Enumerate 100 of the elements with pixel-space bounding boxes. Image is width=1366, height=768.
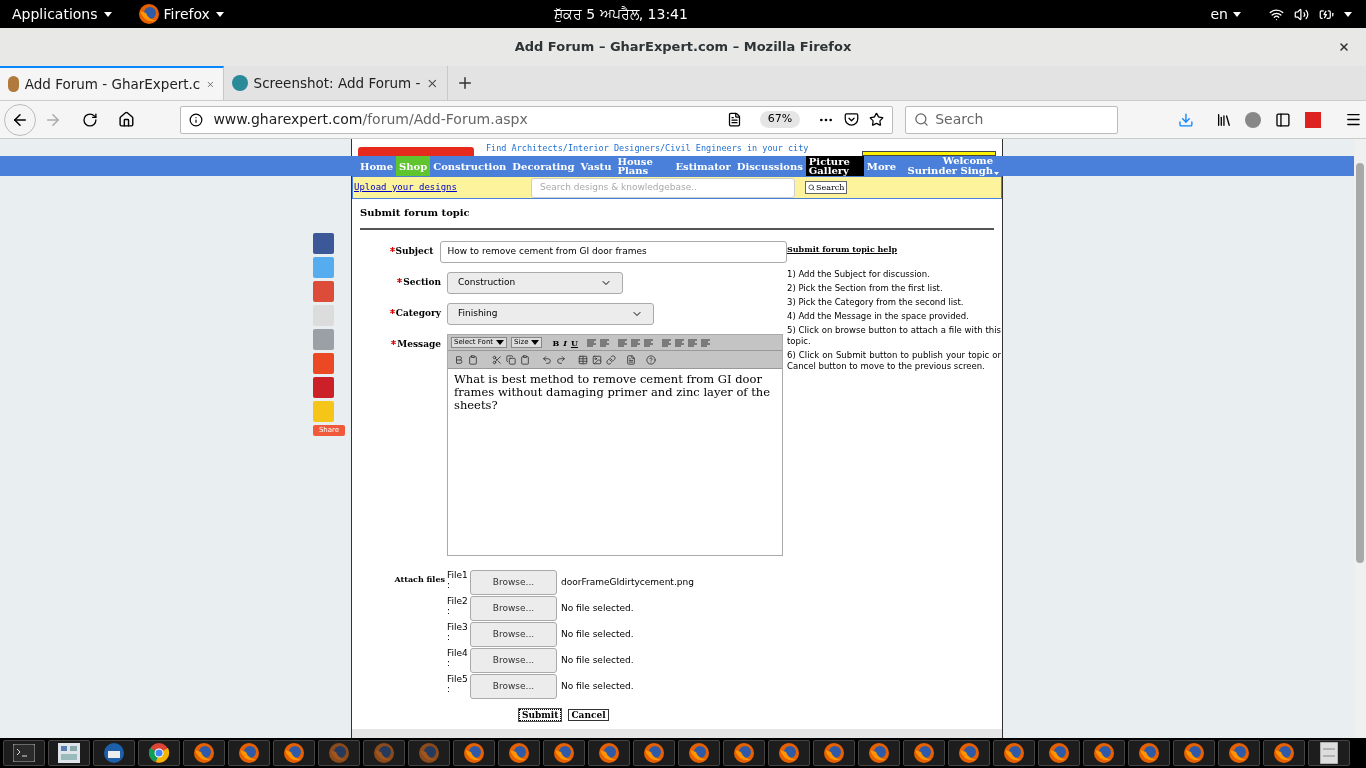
- nav-link[interactable]: Decorating: [509, 156, 578, 176]
- redo-icon[interactable]: [556, 354, 566, 365]
- bold-button[interactable]: B: [552, 336, 560, 349]
- reload-icon[interactable]: [81, 111, 98, 128]
- dropdown[interactable]: Construction: [447, 272, 623, 294]
- address-bar[interactable]: www.gharexpert.com/forum/Add-Forum.aspx 67%: [180, 105, 894, 134]
- nav-link[interactable]: Construction: [430, 156, 510, 176]
- browser-icon[interactable]: [868, 742, 890, 764]
- library-icon[interactable]: [1215, 111, 1232, 128]
- browser-icon[interactable]: [553, 742, 575, 764]
- file-status: No file selected.: [561, 680, 634, 693]
- sidebar-icon[interactable]: [1275, 111, 1292, 128]
- tab-title: Add Forum - GharExpert.c: [24, 74, 201, 94]
- browser-tab[interactable]: Add Forum - GharExpert.c: [0, 66, 224, 100]
- scrollbar[interactable]: [1354, 139, 1366, 738]
- menu-icon[interactable]: [1345, 111, 1362, 128]
- url-domain: www.gharexpert.com: [213, 110, 363, 129]
- subject-input[interactable]: How to remove cement from GI door frames: [439, 241, 787, 263]
- browser-icon[interactable]: [778, 742, 800, 764]
- nav-link[interactable]: Picture Gallery: [805, 156, 864, 176]
- browser-icon[interactable]: [1183, 742, 1205, 764]
- download-icon[interactable]: [1177, 111, 1194, 128]
- reader-view-icon[interactable]: [726, 112, 742, 127]
- browser-icon[interactable]: [137, 3, 160, 25]
- nav-link[interactable]: House Plans: [614, 156, 673, 176]
- browser-icon[interactable]: [958, 742, 980, 764]
- volume-icon[interactable]: [1294, 6, 1309, 22]
- file-label: File5 :: [447, 674, 469, 694]
- mail-client-icon[interactable]: [103, 742, 125, 764]
- image-icon[interactable]: [592, 354, 602, 365]
- wifi-icon[interactable]: [1269, 6, 1284, 22]
- browser-icon[interactable]: [238, 742, 260, 764]
- browser-icon[interactable]: [193, 742, 215, 764]
- help-step: 4) Add the Message in the space provided.: [787, 311, 1001, 322]
- browser-icon[interactable]: [913, 742, 935, 764]
- browser-icon[interactable]: [823, 742, 845, 764]
- browse-button[interactable]: Browse...: [470, 648, 557, 673]
- browser-icon[interactable]: [508, 742, 530, 764]
- browser-icon[interactable]: [1003, 742, 1025, 764]
- copy-icon[interactable]: [506, 354, 516, 365]
- home-icon[interactable]: [117, 111, 135, 128]
- italic-button[interactable]: I: [563, 336, 567, 349]
- language-menu[interactable]: en: [1210, 3, 1241, 25]
- undo-icon[interactable]: [542, 354, 552, 365]
- browser-icon[interactable]: [148, 742, 170, 764]
- upload-link[interactable]: Upload your designs: [354, 180, 457, 195]
- nav-link[interactable]: Home: [357, 156, 397, 176]
- terminal-icon[interactable]: [13, 744, 35, 762]
- user-menu[interactable]: Welcome Surinder Singh: [907, 156, 1003, 176]
- browser-icon[interactable]: [463, 742, 485, 764]
- browse-button[interactable]: Browse...: [470, 596, 557, 621]
- window-title: Add Forum – GharExpert.com – Mozilla Firefox: [514, 38, 852, 57]
- paste-icon[interactable]: [520, 354, 530, 365]
- browse-button[interactable]: Browse...: [470, 674, 557, 699]
- browser-icon[interactable]: [1273, 742, 1295, 764]
- field-label: Category: [395, 307, 441, 320]
- pocket-icon[interactable]: [844, 112, 860, 127]
- nav-link[interactable]: Estimator: [672, 156, 734, 176]
- close-icon[interactable]: [1338, 41, 1350, 53]
- nav-link[interactable]: More: [863, 156, 900, 176]
- zoom-level[interactable]: 67%: [759, 111, 801, 128]
- underline-button[interactable]: U: [570, 336, 578, 349]
- browser-icon[interactable]: [283, 742, 305, 764]
- field-label: Attach files: [394, 573, 445, 585]
- app-menu[interactable]: Firefox: [163, 3, 224, 25]
- file-status: No file selected.: [561, 654, 634, 667]
- file-label: File3 :: [447, 622, 469, 642]
- browser-icon[interactable]: [1228, 742, 1250, 764]
- paste-text-icon[interactable]: [468, 354, 478, 365]
- screenshot-icon[interactable]: [58, 743, 80, 763]
- help-step: 3) Pick the Category from the second list.: [787, 297, 1001, 308]
- form-button[interactable]: Cancel: [568, 709, 609, 721]
- browse-button[interactable]: Browse...: [470, 622, 557, 647]
- browser-icon[interactable]: [688, 742, 710, 764]
- clock[interactable]: ਸ਼ੁੱਕਰ 5 ਅਪਰੈਲ, 13:41: [553, 3, 688, 25]
- nav-link[interactable]: Vastu: [577, 156, 615, 176]
- browser-icon[interactable]: [1093, 742, 1115, 764]
- browse-button[interactable]: Browse...: [470, 570, 557, 595]
- browser-icon[interactable]: [643, 742, 665, 764]
- section-heading: Submit forum topic: [360, 206, 471, 220]
- tagline: Find Architects/Interior Designers/Civil Engineers in your city: [486, 142, 809, 155]
- help-icon[interactable]: [646, 354, 656, 365]
- browser-icon[interactable]: [598, 742, 620, 764]
- site-search-placeholder: Search designs & knowledgebase..: [539, 180, 697, 194]
- info-icon[interactable]: [189, 112, 204, 127]
- form-button[interactable]: Submit: [519, 709, 562, 721]
- dropdown[interactable]: Finishing: [447, 303, 654, 325]
- nav-link[interactable]: Discussions: [733, 156, 806, 176]
- applications-menu[interactable]: Applications: [12, 3, 112, 25]
- browser-icon[interactable]: [733, 742, 755, 764]
- caret-icon: [103, 11, 112, 17]
- browser-icon[interactable]: [1048, 742, 1070, 764]
- search-field[interactable]: Search: [905, 105, 1118, 134]
- link-icon[interactable]: [606, 354, 616, 365]
- bookmark-icon[interactable]: [869, 112, 885, 127]
- table-icon[interactable]: [578, 354, 588, 365]
- new-tab-icon[interactable]: [456, 74, 474, 92]
- browser-icon[interactable]: [1138, 742, 1160, 764]
- cut-icon[interactable]: [492, 354, 502, 365]
- site-search-button[interactable]: Search: [804, 181, 848, 194]
